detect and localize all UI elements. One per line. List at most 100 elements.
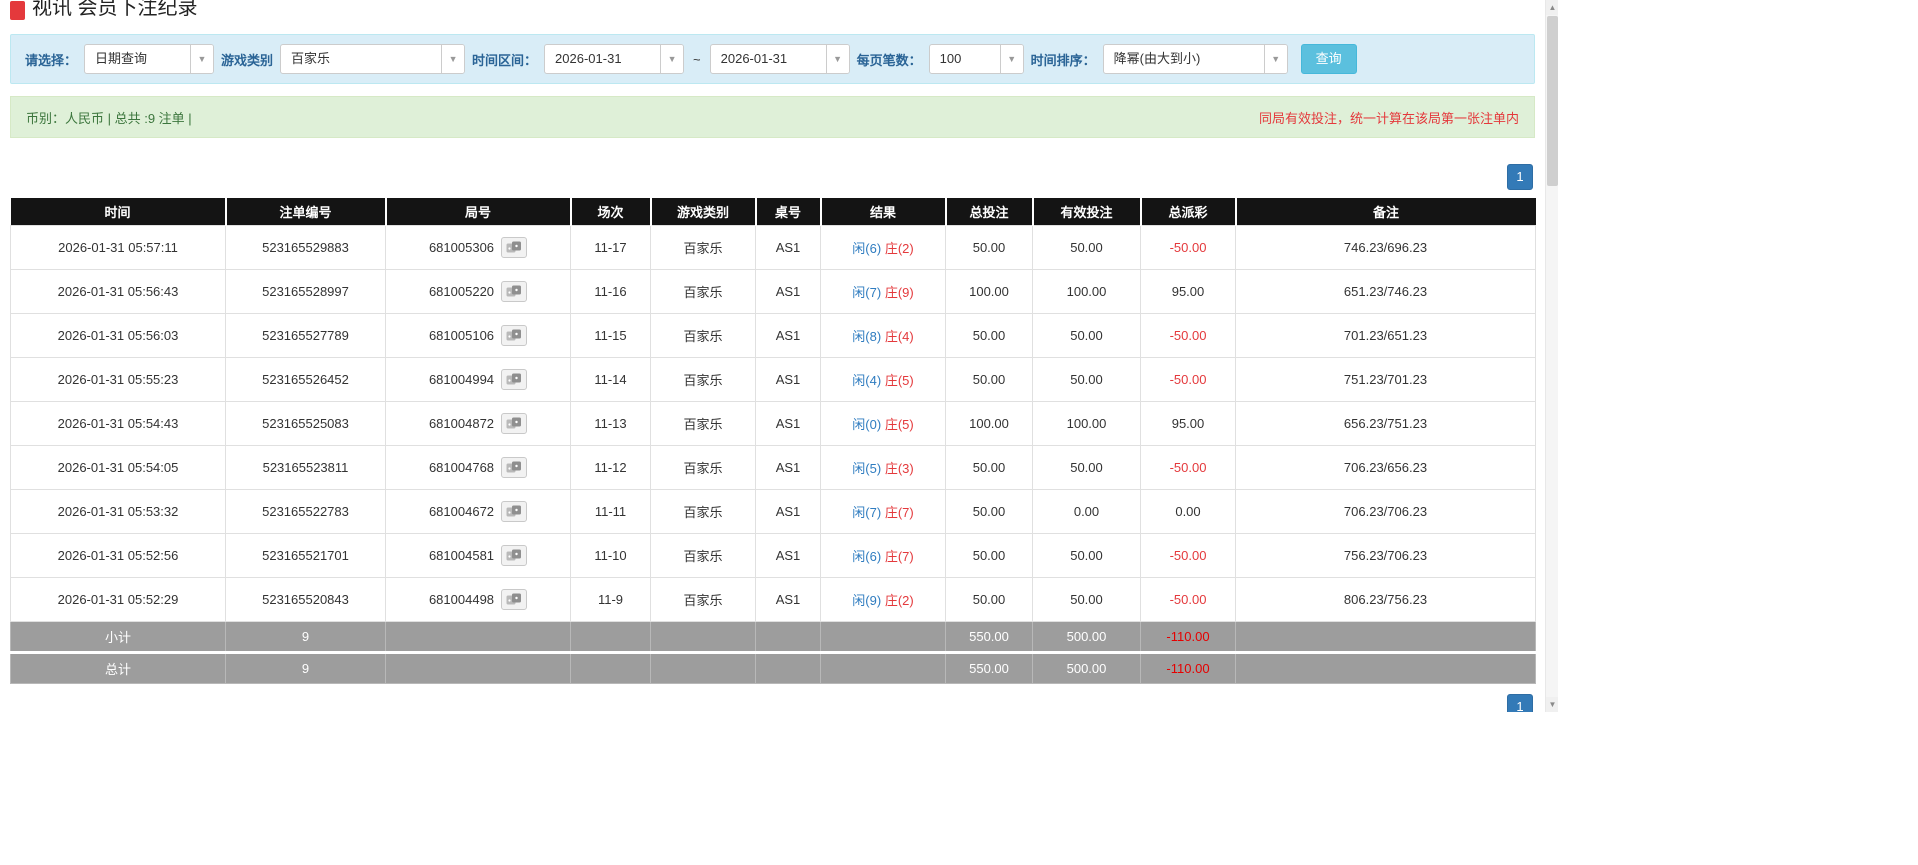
result-player: 闲(6) bbox=[852, 240, 882, 256]
valid-bet-notice: 同局有效投注，统一计算在该局第一张注单内 bbox=[1258, 110, 1519, 126]
subtotal-valid-bet: 500.00 bbox=[1032, 620, 1141, 653]
cell-remark: 756.23/706.23 bbox=[1235, 532, 1536, 578]
round-media-icon[interactable] bbox=[501, 280, 528, 302]
date-to-value: 2026-01-31 bbox=[720, 51, 788, 66]
cell-total-bet[interactable]: 50.00 bbox=[945, 576, 1033, 622]
cell-round: 681005306 bbox=[385, 224, 571, 270]
cell-result: 闲(7) 庄(9) bbox=[820, 268, 946, 314]
query-button[interactable]: 查询 bbox=[1300, 44, 1357, 74]
header-game: 游戏类别 bbox=[649, 198, 756, 225]
round-media-icon[interactable] bbox=[501, 588, 528, 610]
cell-table: AS1 bbox=[755, 532, 821, 578]
result-player: 闲(7) bbox=[852, 504, 882, 520]
table-row: 2026-01-31 05:56:03 523165527789 681005106… bbox=[10, 312, 1536, 358]
scroll-down-icon[interactable]: ▼ bbox=[1546, 697, 1558, 712]
query-type-select[interactable]: 日期查询 ▼ bbox=[84, 44, 215, 74]
cell-total-bet[interactable]: 100.00 bbox=[945, 268, 1033, 314]
cell-payout: -50.00 bbox=[1140, 224, 1236, 270]
cell-remark: 746.23/696.23 bbox=[1235, 224, 1536, 270]
cell-valid-bet: 100.00 bbox=[1032, 400, 1141, 446]
cell-valid-bet: 50.00 bbox=[1032, 224, 1141, 270]
result-player: 闲(0) bbox=[852, 416, 882, 432]
vertical-scrollbar[interactable]: ▲ ▼ bbox=[1545, 0, 1558, 712]
subtotal-count: 9 bbox=[225, 620, 386, 653]
result-player: 闲(8) bbox=[852, 328, 882, 344]
cell-total-bet[interactable]: 50.00 bbox=[945, 532, 1033, 578]
game-type-label: 游戏类别 bbox=[221, 52, 274, 68]
cell-total-bet[interactable]: 50.00 bbox=[945, 312, 1033, 358]
cell-remark: 751.23/701.23 bbox=[1235, 356, 1536, 402]
cell-time: 2026-01-31 05:55:23 bbox=[10, 356, 226, 402]
per-page-select[interactable]: 100 ▼ bbox=[928, 44, 1024, 74]
cell-session: 11-10 bbox=[570, 532, 651, 578]
cell-valid-bet: 50.00 bbox=[1032, 444, 1141, 490]
result-player: 闲(7) bbox=[852, 284, 882, 300]
cell-valid-bet: 100.00 bbox=[1032, 268, 1141, 314]
cell-total-bet[interactable]: 50.00 bbox=[945, 224, 1033, 270]
cell-bet-id: 523165522783 bbox=[225, 488, 386, 534]
round-media-icon[interactable] bbox=[501, 544, 528, 566]
cell-bet-id: 523165527789 bbox=[225, 312, 386, 358]
cell-total-bet[interactable]: 50.00 bbox=[945, 356, 1033, 402]
table-row: 2026-01-31 05:54:43 523165525083 681004872… bbox=[10, 400, 1536, 446]
round-media-icon[interactable] bbox=[501, 368, 528, 390]
header-result: 结果 bbox=[819, 198, 946, 225]
date-to-select[interactable]: 2026-01-31 ▼ bbox=[709, 44, 850, 74]
cell-total-bet[interactable]: 50.00 bbox=[945, 488, 1033, 534]
result-player: 闲(4) bbox=[852, 372, 882, 388]
date-from-select[interactable]: 2026-01-31 ▼ bbox=[544, 44, 685, 74]
table-row: 2026-01-31 05:54:05 523165523811 681004768… bbox=[10, 444, 1536, 490]
scrollbar-thumb[interactable] bbox=[1547, 16, 1558, 186]
total-row: 总计 9 550.00 500.00 -110.00 bbox=[10, 650, 1536, 684]
per-page-label: 每页笔数： bbox=[856, 52, 922, 68]
cell-table: AS1 bbox=[755, 444, 821, 490]
chevron-down-icon: ▼ bbox=[441, 45, 465, 73]
total-valid-bet: 500.00 bbox=[1032, 650, 1141, 684]
cell-result: 闲(6) 庄(2) bbox=[820, 224, 946, 270]
round-media-icon[interactable] bbox=[501, 500, 528, 522]
cell-table: AS1 bbox=[755, 400, 821, 446]
cell-session: 11-9 bbox=[570, 576, 651, 622]
cell-bet-id: 523165523811 bbox=[225, 444, 386, 490]
cell-bet-id: 523165529883 bbox=[225, 224, 386, 270]
header-valid-bet: 有效投注 bbox=[1031, 198, 1141, 225]
page-1-button[interactable]: 1 bbox=[1507, 164, 1533, 190]
round-number: 681004994 bbox=[428, 371, 495, 387]
scroll-up-icon[interactable]: ▲ bbox=[1546, 0, 1558, 15]
cell-session: 11-17 bbox=[570, 224, 651, 270]
cell-total-bet[interactable]: 50.00 bbox=[945, 444, 1033, 490]
result-banker: 庄(2) bbox=[884, 240, 914, 256]
game-type-select[interactable]: 百家乐 ▼ bbox=[280, 44, 466, 74]
cell-time: 2026-01-31 05:53:32 bbox=[10, 488, 226, 534]
cell-round: 681004498 bbox=[385, 576, 571, 622]
cell-round: 681004994 bbox=[385, 356, 571, 402]
round-media-icon[interactable] bbox=[501, 412, 528, 434]
cell-round: 681005106 bbox=[385, 312, 571, 358]
time-sort-label: 时间排序： bbox=[1030, 52, 1096, 68]
header-bet-id: 注单编号 bbox=[224, 198, 386, 225]
round-number: 681005220 bbox=[428, 283, 495, 299]
cell-total-bet[interactable]: 100.00 bbox=[945, 400, 1033, 446]
cell-round: 681004581 bbox=[385, 532, 571, 578]
round-media-icon[interactable] bbox=[501, 236, 528, 258]
bet-records-table: 时间 注单编号 局号 场次 游戏类别 桌号 结果 总投注 有效投注 总派彩 备注… bbox=[10, 198, 1536, 684]
total-payout: -110.00 bbox=[1140, 650, 1236, 684]
result-player: 闲(6) bbox=[852, 548, 882, 564]
table-header-row: 时间 注单编号 局号 场次 游戏类别 桌号 结果 总投注 有效投注 总派彩 备注 bbox=[10, 198, 1536, 225]
result-banker: 庄(5) bbox=[884, 416, 914, 432]
time-sort-select[interactable]: 降幂(由大到小) ▼ bbox=[1102, 44, 1288, 74]
result-banker: 庄(4) bbox=[884, 328, 914, 344]
cell-remark: 706.23/656.23 bbox=[1235, 444, 1536, 490]
result-banker: 庄(7) bbox=[884, 548, 914, 564]
round-media-icon[interactable] bbox=[501, 456, 528, 478]
cell-result: 闲(7) 庄(7) bbox=[820, 488, 946, 534]
pagination-bottom: 1 bbox=[10, 693, 1533, 712]
cell-result: 闲(0) 庄(5) bbox=[820, 400, 946, 446]
cell-remark: 706.23/706.23 bbox=[1235, 488, 1536, 534]
cell-game: 百家乐 bbox=[650, 312, 756, 358]
cell-time: 2026-01-31 05:54:43 bbox=[10, 400, 226, 446]
header-remark: 备注 bbox=[1234, 198, 1536, 225]
cell-time: 2026-01-31 05:52:29 bbox=[10, 576, 226, 622]
page-1-button-bottom[interactable]: 1 bbox=[1507, 693, 1533, 712]
round-media-icon[interactable] bbox=[501, 324, 528, 346]
